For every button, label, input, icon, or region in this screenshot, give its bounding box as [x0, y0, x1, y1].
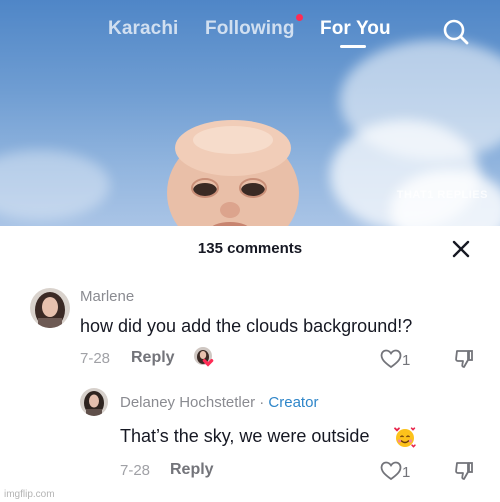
avatar[interactable]: [30, 288, 70, 328]
comment-username[interactable]: Marlene: [80, 288, 134, 305]
active-tab-indicator: [340, 45, 366, 48]
comments-sheet: 135 comments Marlene how did you add the…: [0, 226, 500, 502]
comment-date: 7-28: [80, 350, 111, 367]
thumbs-down-icon[interactable]: [454, 461, 474, 481]
site-watermark: imgflip.com: [4, 489, 55, 500]
baby-face-image: [167, 120, 299, 226]
heart-icon[interactable]: [380, 349, 402, 369]
like-count: 1: [402, 464, 411, 481]
creator-badge: Creator: [268, 394, 319, 411]
thumbs-down-icon[interactable]: [454, 349, 474, 369]
tab-karachi[interactable]: Karachi: [108, 18, 178, 40]
comment-date: 7-28: [120, 462, 151, 479]
avatar[interactable]: [80, 388, 108, 416]
comment-text: how did you add the clouds background!?: [80, 316, 413, 336]
like-count: 1: [402, 352, 411, 369]
separator: ·: [259, 394, 265, 411]
smiling-face-with-hearts-icon: [394, 427, 416, 448]
reply-button[interactable]: Reply: [170, 461, 214, 479]
heart-icon[interactable]: [380, 461, 402, 481]
comment-text: That’s the sky, we were outside: [120, 426, 370, 446]
top-navigation: Karachi Following For You: [0, 14, 500, 50]
tab-following[interactable]: Following: [205, 18, 295, 40]
cloud: [0, 150, 110, 220]
creator-username[interactable]: Delaney Hochstetler: [120, 394, 255, 411]
search-icon[interactable]: [441, 17, 471, 47]
video-watermark: THAT1 REPLIES: [396, 189, 488, 201]
video-player[interactable]: Karachi Following For You THAT1 REPLIES: [0, 0, 500, 226]
close-icon[interactable]: [452, 240, 470, 258]
notification-dot: [296, 14, 303, 21]
reply-button[interactable]: Reply: [131, 349, 175, 367]
liked-by-creator-icon: [194, 347, 214, 367]
tab-for-you[interactable]: For You: [320, 18, 391, 40]
comment-username: Delaney Hochstetler · Creator: [120, 394, 318, 411]
comments-count: 135 comments: [197, 240, 303, 257]
